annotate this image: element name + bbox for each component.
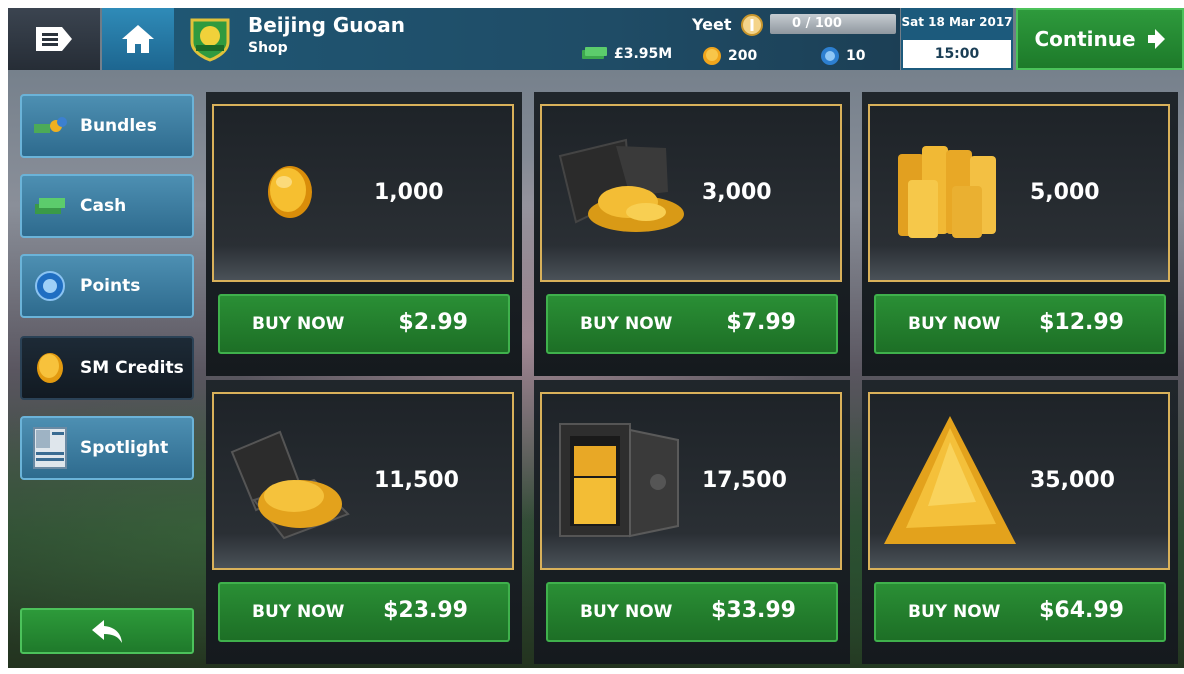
spotlight-icon — [30, 427, 70, 469]
back-arrow-icon — [92, 620, 122, 643]
page-title: Shop — [248, 40, 288, 56]
arrow-right-icon — [1147, 29, 1165, 49]
time-label: 15:00 — [903, 40, 1011, 68]
shop-item-card: 1,000 BUY NOW $2.99 — [206, 92, 522, 376]
safe-coins-icon — [559, 423, 679, 538]
top-bar: Beijing Guoan Shop £3.95M 200 10 Yeet 0 … — [8, 8, 1184, 70]
menu-icon — [36, 27, 72, 51]
buy-now-label: BUY NOW — [908, 314, 1001, 334]
credit-amount: 1,000 — [374, 180, 444, 205]
buy-now-label: BUY NOW — [580, 314, 673, 334]
cash-balance: £3.95M — [580, 46, 672, 62]
sidebar-item-spotlight[interactable]: Spotlight — [20, 416, 194, 480]
coin-icon — [703, 47, 721, 65]
wallet-coins-icon — [558, 138, 684, 232]
item-preview: 1,000 — [212, 104, 514, 282]
points-icon — [30, 266, 70, 306]
buy-now-button[interactable]: BUY NOW $23.99 — [218, 582, 510, 642]
game-screen: Beijing Guoan Shop £3.95M 200 10 Yeet 0 … — [8, 8, 1184, 668]
coin-mountain-icon — [884, 416, 1016, 544]
sidebar-item-cash[interactable]: Cash — [20, 174, 194, 238]
shop-item-card: 35,000 BUY NOW $64.99 — [862, 380, 1178, 664]
bundles-icon — [30, 106, 70, 146]
buy-now-label: BUY NOW — [252, 314, 345, 334]
level-icon — [741, 14, 763, 36]
cash-icon — [582, 47, 607, 59]
buy-now-button[interactable]: BUY NOW $33.99 — [546, 582, 838, 642]
briefcase-coins-icon — [230, 430, 350, 540]
item-preview: 5,000 — [868, 104, 1170, 282]
sidebar-label-spotlight: Spotlight — [80, 438, 169, 458]
sidebar-label-sm-credits: SM Credits — [80, 358, 184, 378]
buy-now-label: BUY NOW — [908, 602, 1001, 622]
back-button[interactable] — [20, 608, 194, 654]
credits-balance: 200 — [702, 46, 757, 66]
date-label: Sat 18 Mar 2017 — [901, 15, 1013, 29]
coin-stacks-icon — [898, 146, 996, 238]
sidebar-item-bundles[interactable]: Bundles — [20, 94, 194, 158]
credit-amount: 17,500 — [702, 468, 787, 493]
single-coin-icon — [268, 166, 312, 218]
buy-now-button[interactable]: BUY NOW $2.99 — [218, 294, 510, 354]
credit-amount: 11,500 — [374, 468, 459, 493]
price-label: $23.99 — [383, 598, 468, 623]
credit-amount: 5,000 — [1030, 180, 1100, 205]
cash-icon — [30, 186, 70, 226]
price-label: $12.99 — [1039, 310, 1124, 335]
sidebar-item-points[interactable]: Points — [20, 254, 194, 318]
points-globe-icon — [821, 47, 839, 65]
credit-amount: 3,000 — [702, 180, 772, 205]
buy-now-button[interactable]: BUY NOW $64.99 — [874, 582, 1166, 642]
manager-name: Yeet — [692, 15, 732, 34]
menu-button[interactable] — [8, 8, 100, 70]
shop-item-card: 11,500 BUY NOW $23.99 — [206, 380, 522, 664]
game-date: Sat 18 Mar 2017 15:00 — [901, 8, 1013, 70]
sidebar-label-cash: Cash — [80, 196, 127, 216]
shop-item-card: 17,500 BUY NOW $33.99 — [534, 380, 850, 664]
buy-now-button[interactable]: BUY NOW $7.99 — [546, 294, 838, 354]
home-button[interactable] — [102, 8, 174, 70]
club-header: Beijing Guoan Shop £3.95M 200 10 Yeet 0 … — [174, 8, 900, 70]
continue-button[interactable]: Continue — [1016, 8, 1184, 70]
credits-value: 200 — [728, 48, 758, 64]
club-name: Beijing Guoan — [248, 13, 406, 37]
home-icon — [122, 25, 154, 53]
price-label: $2.99 — [398, 310, 468, 335]
price-label: $33.99 — [711, 598, 796, 623]
item-preview: 3,000 — [540, 104, 842, 282]
points-balance: 10 — [820, 46, 865, 66]
sidebar-label-points: Points — [80, 276, 141, 296]
credit-amount: 35,000 — [1030, 468, 1115, 493]
item-preview: 35,000 — [868, 392, 1170, 570]
xp-progress-text: 0 / 100 — [792, 16, 842, 31]
item-preview: 11,500 — [212, 392, 514, 570]
cash-value: £3.95M — [614, 46, 673, 62]
club-crest-icon — [190, 18, 230, 62]
credits-coin-icon — [30, 348, 70, 388]
item-preview: 17,500 — [540, 392, 842, 570]
shop-item-card: 3,000 BUY NOW $7.99 — [534, 92, 850, 376]
buy-now-button[interactable]: BUY NOW $12.99 — [874, 294, 1166, 354]
price-label: $7.99 — [726, 310, 796, 335]
price-label: $64.99 — [1039, 598, 1124, 623]
buy-now-label: BUY NOW — [580, 602, 673, 622]
shop-item-card: 5,000 BUY NOW $12.99 — [862, 92, 1178, 376]
buy-now-label: BUY NOW — [252, 602, 345, 622]
points-value: 10 — [846, 48, 866, 64]
continue-label: Continue — [1034, 27, 1136, 51]
sidebar-label-bundles: Bundles — [80, 116, 157, 136]
sidebar-item-sm-credits[interactable]: SM Credits — [20, 336, 194, 400]
